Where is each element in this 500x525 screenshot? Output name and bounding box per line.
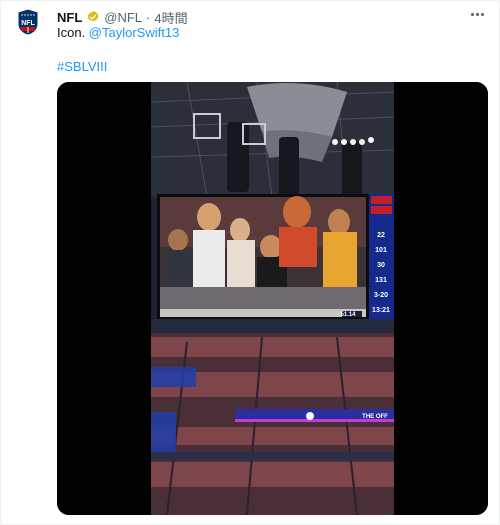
nfl-shield-logo: NFL bbox=[17, 8, 39, 36]
tweet-text: Icon. @TaylorSwift13 bbox=[57, 24, 179, 41]
scoreboard-value-2: 101 bbox=[375, 247, 387, 254]
avatar-logo-text: NFL bbox=[21, 20, 35, 27]
hashtag-link[interactable]: #SBLVIII bbox=[57, 59, 107, 74]
jumbotron-counter: 51.14 bbox=[340, 312, 356, 318]
ribbon-text: THE OFF bbox=[362, 414, 388, 420]
scoreboard-value-5: 3-20 bbox=[374, 292, 388, 299]
scoreboard-value-4: 131 bbox=[375, 277, 387, 284]
separator-dot: · bbox=[146, 9, 151, 25]
more-options-icon[interactable] bbox=[467, 7, 487, 21]
nfl-avatar[interactable]: NFL bbox=[15, 8, 41, 36]
verified-badge-icon bbox=[86, 10, 100, 24]
account-handle[interactable]: @NFL bbox=[104, 10, 142, 25]
account-name[interactable]: NFL bbox=[57, 10, 82, 25]
stadium-scene: 22 101 30 131 3-20 13:21 51.14 THE OFF bbox=[150, 82, 395, 515]
jumbotron-crowd bbox=[160, 196, 366, 309]
tweet-text-prefix: Icon. bbox=[57, 25, 89, 40]
tweet-card: NFL NFL @NFL · 4時間 Icon. @TaylorSwift13 … bbox=[0, 0, 500, 525]
scoreboard-value-3: 30 bbox=[377, 262, 385, 269]
scoreboard-value-1: 22 bbox=[377, 232, 385, 239]
scoreboard-value-6: 13:21 bbox=[372, 307, 390, 314]
tweet-video[interactable]: 22 101 30 131 3-20 13:21 51.14 THE OFF bbox=[57, 82, 488, 515]
video-frame: 22 101 30 131 3-20 13:21 51.14 THE OFF bbox=[57, 82, 488, 515]
hashtag-line: #SBLVIII bbox=[57, 58, 107, 75]
mention-link[interactable]: @TaylorSwift13 bbox=[89, 25, 180, 40]
